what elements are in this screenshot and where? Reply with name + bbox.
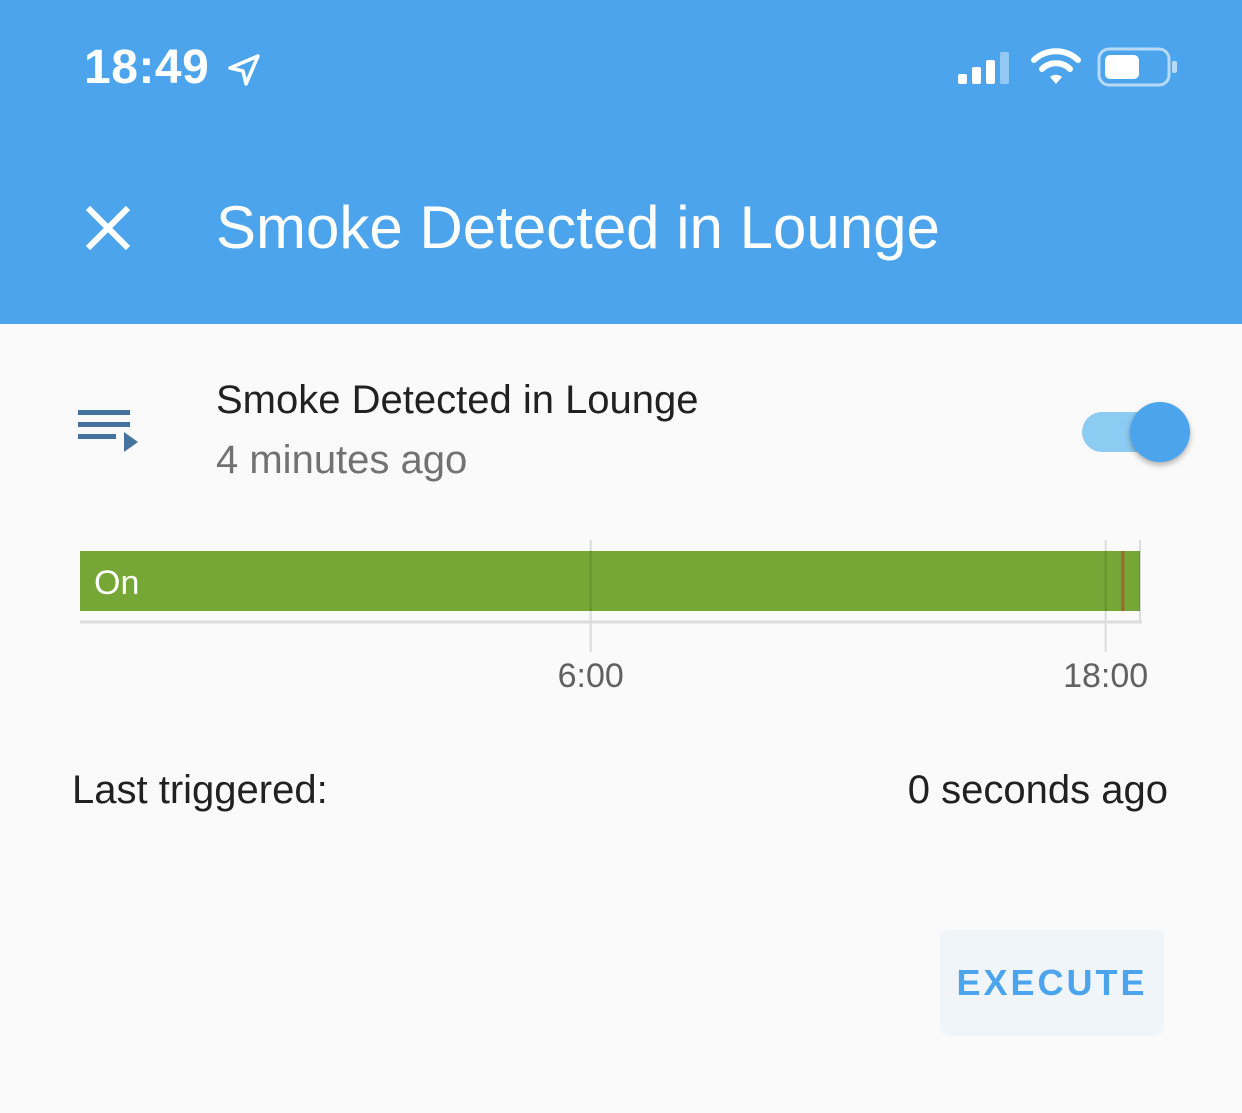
cellular-signal-icon xyxy=(958,52,1009,84)
close-button[interactable] xyxy=(72,192,144,264)
dialog-header: 18:49 Smoke Detected in Lounge xyxy=(0,0,1242,324)
last-triggered-value: 0 seconds ago xyxy=(907,768,1168,812)
location-arrow-icon xyxy=(228,54,260,86)
history-timeline-chart: On 6:00 18:00 xyxy=(80,540,1148,695)
timeline-segment xyxy=(80,551,1140,611)
last-triggered-label: Last triggered: xyxy=(72,768,328,812)
timeline-tick-label: 6:00 xyxy=(558,657,624,695)
timeline-tick-label: 18:00 xyxy=(1063,657,1148,695)
execute-button[interactable]: EXECUTE xyxy=(940,930,1164,1036)
close-icon xyxy=(85,205,131,251)
toggle-knob xyxy=(1130,402,1190,462)
entity-name: Smoke Detected in Lounge xyxy=(216,378,699,422)
battery-icon xyxy=(1097,47,1177,87)
script-toggle[interactable] xyxy=(1076,398,1196,470)
entity-last-changed: 4 minutes ago xyxy=(216,438,468,482)
dialog-title: Smoke Detected in Lounge xyxy=(216,194,940,261)
wifi-icon xyxy=(1031,48,1081,84)
script-icon xyxy=(78,410,138,452)
timeline-segment-label: On xyxy=(94,564,139,602)
status-bar-time: 18:49 xyxy=(84,41,210,94)
